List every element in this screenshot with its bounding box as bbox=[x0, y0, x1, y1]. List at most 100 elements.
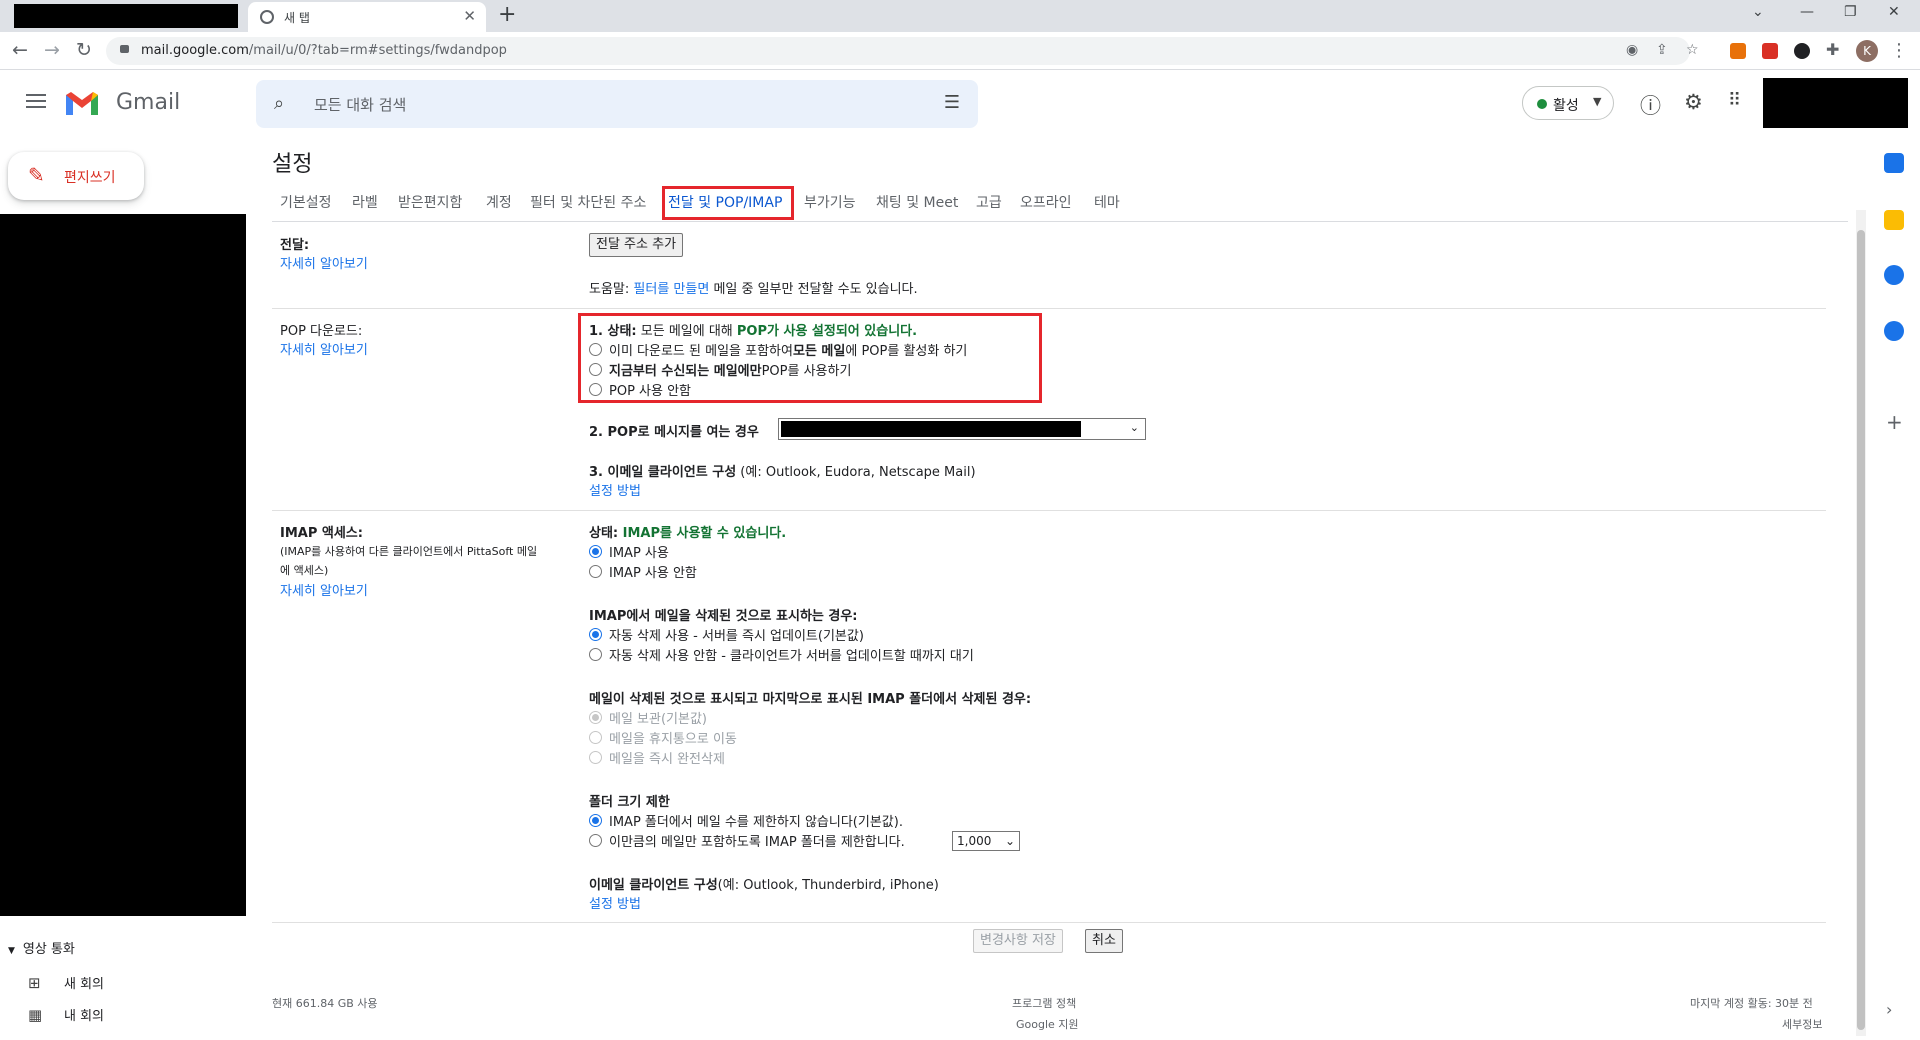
delete-forever-radio[interactable]: 메일을 즉시 완전삭제 bbox=[589, 748, 725, 767]
meet-section-header[interactable]: ▼ 영상 통화 bbox=[8, 938, 75, 957]
status-label: 활성 bbox=[1553, 98, 1579, 114]
last-activity: 마지막 계정 활동: 30분 전 bbox=[1690, 997, 1813, 1010]
apps-grid-icon[interactable]: ⠿ bbox=[1728, 90, 1741, 111]
search-options-icon[interactable]: ☰ bbox=[944, 92, 960, 113]
tab-search-icon[interactable]: ⌄ bbox=[1752, 4, 1764, 20]
browser-tab[interactable]: 새 탭 ✕ bbox=[248, 2, 486, 32]
chevron-down-icon: ⌄ bbox=[1004, 834, 1015, 848]
extension-dark-icon[interactable] bbox=[1794, 43, 1810, 59]
move-to-trash-radio[interactable]: 메일을 휴지통으로 이동 bbox=[589, 728, 737, 747]
caret-down-icon: ▼ bbox=[8, 946, 15, 956]
tasks-app-icon[interactable] bbox=[1884, 265, 1904, 285]
maximize-icon[interactable]: ❐ bbox=[1844, 4, 1857, 20]
chrome-favicon-icon bbox=[260, 10, 274, 24]
settings-gear-icon[interactable]: ⚙ bbox=[1684, 90, 1703, 114]
tab-filters[interactable]: 필터 및 차단된 주소 bbox=[530, 192, 646, 212]
imap-learn-more-link[interactable]: 자세히 알아보기 bbox=[280, 580, 368, 599]
new-tab-icon[interactable]: + bbox=[498, 2, 516, 27]
collapse-panel-icon[interactable]: › bbox=[1886, 1000, 1892, 1019]
folder-size-header: 폴더 크기 제한 bbox=[589, 795, 670, 810]
tab-offline[interactable]: 오프라인 bbox=[1020, 192, 1072, 212]
contacts-app-icon[interactable] bbox=[1884, 321, 1904, 341]
add-addon-icon[interactable]: + bbox=[1886, 410, 1903, 434]
folder-no-limit-radio[interactable]: IMAP 폴더에서 메일 수를 제한하지 않습니다(기본값). bbox=[589, 811, 903, 830]
imap-setup-link[interactable]: 설정 방법 bbox=[589, 893, 641, 912]
scrollbar[interactable] bbox=[1856, 210, 1866, 1036]
details-link[interactable]: 세부정보 bbox=[1782, 1016, 1822, 1032]
google-support-link[interactable]: Google 지원 bbox=[1016, 1016, 1079, 1032]
calendar-app-icon[interactable] bbox=[1884, 153, 1904, 173]
search-input[interactable]: 모든 대화 검색 bbox=[314, 94, 406, 115]
pdf-extension-icon[interactable] bbox=[1762, 43, 1778, 59]
imap-label: IMAP 액세스: bbox=[280, 526, 363, 541]
divider bbox=[272, 510, 1826, 511]
tab-general[interactable]: 기본설정 bbox=[280, 192, 332, 212]
meet-my-meetings[interactable]: ▦ 내 회의 bbox=[28, 1005, 104, 1024]
pop-label: POP 다운로드: bbox=[280, 324, 363, 339]
redacted-nav-panel bbox=[0, 214, 246, 916]
extension-ex-icon[interactable] bbox=[1730, 43, 1746, 59]
profile-avatar[interactable]: K bbox=[1856, 40, 1878, 62]
status-dropdown[interactable]: 활성 ▼ bbox=[1522, 86, 1614, 120]
pop-learn-more-link[interactable]: 자세히 알아보기 bbox=[280, 339, 368, 358]
forward-icon[interactable]: → bbox=[44, 39, 60, 61]
close-tab-icon[interactable]: ✕ bbox=[463, 7, 476, 25]
tab-accounts[interactable]: 계정 bbox=[486, 192, 512, 212]
url-path: /mail/u/0/?tab=rm#settings/fwdandpop bbox=[248, 43, 507, 58]
settings-tabs: 기본설정 라벨 받은편지함 계정 필터 및 차단된 주소 전달 및 POP/IM… bbox=[272, 184, 1848, 222]
keep-app-icon[interactable] bbox=[1884, 210, 1904, 230]
folder-limit-select[interactable]: 1,000 ⌄ bbox=[952, 831, 1020, 851]
page-title: 설정 bbox=[272, 152, 313, 177]
meet-new-meeting[interactable]: ⊞ 새 회의 bbox=[28, 973, 104, 992]
pop-setup-link[interactable]: 설정 방법 bbox=[589, 480, 641, 499]
status-dot bbox=[1537, 99, 1547, 109]
reload-icon[interactable]: ↻ bbox=[76, 39, 92, 61]
auto-expunge-off-radio[interactable]: 자동 삭제 사용 안함 - 클라이언트가 서버를 업데이트할 때까지 대기 bbox=[589, 645, 974, 664]
tab-inbox[interactable]: 받은편지함 bbox=[398, 192, 462, 212]
url-field[interactable]: mail.google.com/mail/u/0/?tab=rm#setting… bbox=[106, 37, 1699, 65]
imap-desc-1: (IMAP를 사용하여 다른 클라이언트에서 PittaSoft 메일 bbox=[280, 545, 538, 558]
imap-disable-radio[interactable]: IMAP 사용 안함 bbox=[589, 562, 697, 581]
compose-label: 편지쓰기 bbox=[64, 170, 116, 186]
bookmark-star-icon[interactable]: ☆ bbox=[1686, 42, 1699, 58]
tab-labels[interactable]: 라벨 bbox=[352, 192, 378, 212]
share-icon[interactable]: ⇪ bbox=[1656, 42, 1668, 58]
add-forwarding-address-button[interactable]: 전달 주소 추가 bbox=[589, 233, 684, 257]
chevron-down-icon: ▼ bbox=[1593, 95, 1602, 108]
tab-chat-meet[interactable]: 채팅 및 Meet bbox=[876, 192, 958, 212]
imap-expunge-header: 메일이 삭제된 것으로 표시되고 마지막으로 표시된 IMAP 폴더에서 삭제된… bbox=[589, 692, 1032, 707]
lock-icon bbox=[120, 45, 129, 53]
calendar-icon: ▦ bbox=[28, 1006, 43, 1024]
tab-themes[interactable]: 테마 bbox=[1094, 192, 1120, 212]
archive-radio[interactable]: 메일 보관(기본값) bbox=[589, 708, 707, 727]
gmail-logo-icon bbox=[66, 92, 98, 115]
help-icon[interactable]: ⓘ bbox=[1640, 90, 1661, 120]
imap-client-config: 이메일 클라이언트 구성(예: Outlook, Thunderbird, iP… bbox=[589, 878, 939, 893]
cancel-button[interactable]: 취소 bbox=[1085, 929, 1123, 953]
folder-limit-radio[interactable]: 이만큼의 메일만 포함하도록 IMAP 폴더를 제한합니다. bbox=[589, 831, 905, 850]
main-menu-icon[interactable] bbox=[26, 94, 46, 112]
tab-addons[interactable]: 부가기능 bbox=[804, 192, 856, 212]
search-bar[interactable]: ⌕ 모든 대화 검색 ☰ bbox=[256, 80, 978, 128]
minimize-icon[interactable]: — bbox=[1800, 4, 1814, 20]
auto-expunge-on-radio[interactable]: 자동 삭제 사용 - 서버를 즉시 업데이트(기본값) bbox=[589, 625, 864, 644]
tab-advanced[interactable]: 고급 bbox=[976, 192, 1002, 212]
highlight-box-pop bbox=[578, 313, 1042, 403]
puzzle-icon[interactable]: ✚ bbox=[1826, 40, 1839, 59]
pop-action-select[interactable]: ⌄ bbox=[778, 418, 1146, 440]
forwarding-learn-more-link[interactable]: 자세히 알아보기 bbox=[280, 253, 368, 272]
imap-status: 상태: IMAP를 사용할 수 있습니다. bbox=[589, 526, 787, 541]
close-window-icon[interactable]: ✕ bbox=[1888, 4, 1900, 20]
browser-menu-icon[interactable]: ⋮ bbox=[1890, 40, 1908, 61]
back-icon[interactable]: ← bbox=[12, 39, 28, 61]
redacted-tab bbox=[14, 4, 238, 28]
eye-icon[interactable]: ◉ bbox=[1626, 42, 1638, 58]
save-changes-button[interactable]: 변경사항 저장 bbox=[973, 929, 1063, 953]
search-icon[interactable]: ⌕ bbox=[274, 93, 284, 114]
program-policy-link[interactable]: 프로그램 정책 bbox=[1012, 995, 1076, 1011]
create-filter-link[interactable]: 필터를 만들면 bbox=[633, 282, 709, 297]
imap-deleted-header: IMAP에서 메일을 삭제된 것으로 표시하는 경우: bbox=[589, 609, 858, 624]
compose-button[interactable]: ✎ 편지쓰기 bbox=[8, 152, 144, 200]
imap-enable-radio[interactable]: IMAP 사용 bbox=[589, 542, 669, 561]
pop-when-access-label: 2. POP로 메시지를 여는 경우 bbox=[589, 425, 759, 440]
